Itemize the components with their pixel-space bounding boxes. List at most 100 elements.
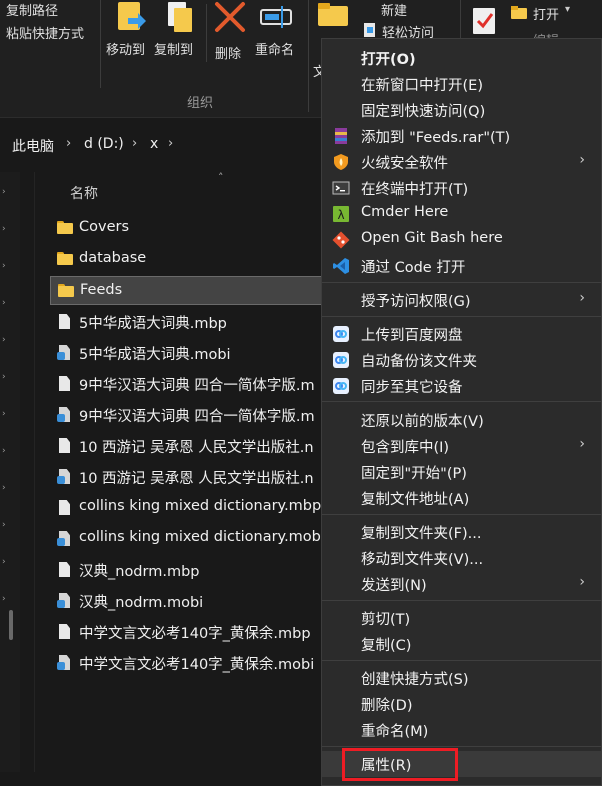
menu-item[interactable]: 删除(D) bbox=[322, 691, 601, 717]
folder-item[interactable]: database bbox=[50, 245, 325, 274]
menu-item-label: 上传到百度网盘 bbox=[361, 328, 463, 344]
menu-item[interactable]: 固定到"开始"(P) bbox=[322, 459, 601, 485]
breadcrumb-separator-icon[interactable]: › bbox=[66, 136, 71, 151]
item-name: 5中华成语大词典.mobi bbox=[79, 347, 231, 363]
menu-item[interactable]: 重命名(M) bbox=[322, 717, 601, 743]
menu-item[interactable]: 授予访问权限(G) › bbox=[322, 287, 601, 313]
rename-icon bbox=[260, 6, 292, 28]
nav-expand-icon[interactable]: › bbox=[2, 225, 10, 234]
breadcrumb-drive-d[interactable]: d (D:) bbox=[84, 136, 124, 152]
breadcrumb-x[interactable]: x bbox=[150, 136, 158, 152]
menu-item[interactable]: 发送到(N) › bbox=[322, 571, 601, 597]
item-name: collins king mixed dictionary.mob bbox=[79, 529, 321, 545]
nav-expand-icon[interactable]: › bbox=[2, 410, 10, 419]
menu-item[interactable]: 移动到文件夹(V)... bbox=[322, 545, 601, 571]
menu-item-label: 移动到文件夹(V)... bbox=[361, 552, 484, 568]
menu-item[interactable]: 同步至其它设备 bbox=[322, 373, 601, 399]
open-dropdown-icon[interactable]: ▾ bbox=[565, 4, 570, 15]
file-item[interactable]: 5中华成语大词典.mbp bbox=[50, 307, 325, 336]
nav-expand-icon[interactable]: › bbox=[2, 521, 10, 530]
menu-item-label: 打开(O) bbox=[361, 52, 416, 68]
menu-item[interactable]: 包含到库中(I) › bbox=[322, 433, 601, 459]
menu-item[interactable]: 打开(O) bbox=[322, 45, 601, 71]
nav-expand-icon[interactable]: › bbox=[2, 595, 10, 604]
paste-shortcut-button[interactable]: 粘贴快捷方式 bbox=[6, 23, 84, 42]
menu-item-label: 复制(C) bbox=[361, 638, 412, 654]
file-item[interactable]: 9中华汉语大词典 四合一简体字版.m bbox=[50, 369, 325, 398]
properties-button[interactable] bbox=[470, 4, 500, 38]
menu-item-label: 包含到库中(I) bbox=[361, 440, 450, 456]
menu-item[interactable]: 剪切(T) bbox=[322, 605, 601, 631]
column-header-name[interactable]: 名称 bbox=[70, 183, 98, 203]
menu-item-label: Cmder Here bbox=[361, 204, 449, 220]
menu-item-label: 同步至其它设备 bbox=[361, 380, 463, 396]
file-item[interactable]: 汉典_nodrm.mobi bbox=[50, 586, 325, 615]
file-icon bbox=[57, 376, 75, 392]
menu-item[interactable]: 复制文件地址(A) bbox=[322, 485, 601, 511]
nav-expand-icon[interactable]: › bbox=[2, 262, 10, 271]
file-item[interactable]: collins king mixed dictionary.mbp bbox=[50, 493, 325, 522]
file-item[interactable]: 中学文言文必考140字_黄保余.mbp bbox=[50, 617, 325, 646]
menu-item[interactable]: 还原以前的版本(V) bbox=[322, 407, 601, 433]
item-name: 汉典_nodrm.mbp bbox=[79, 564, 200, 580]
menu-item-label: 在新窗口中打开(E) bbox=[361, 78, 483, 94]
menu-separator bbox=[322, 282, 601, 283]
mobi-file-icon bbox=[57, 531, 75, 547]
menu-item[interactable]: 自动备份该文件夹 bbox=[322, 347, 601, 373]
folder-item[interactable]: Covers bbox=[50, 214, 325, 243]
nav-expand-icon[interactable]: › bbox=[2, 558, 10, 567]
menu-item[interactable]: 通过 Code 打开 bbox=[322, 253, 601, 279]
file-item[interactable]: 5中华成语大词典.mobi bbox=[50, 338, 325, 367]
move-to-button[interactable]: 移动到 bbox=[106, 0, 154, 70]
file-item[interactable]: collins king mixed dictionary.mob bbox=[50, 524, 325, 553]
open-button[interactable]: 打开 bbox=[533, 4, 559, 23]
menu-separator bbox=[322, 600, 601, 601]
menu-item[interactable]: 上传到百度网盘 bbox=[322, 321, 601, 347]
menu-item[interactable]: 在新窗口中打开(E) bbox=[322, 71, 601, 97]
new-folder-button[interactable] bbox=[317, 0, 351, 28]
new-item-button[interactable]: 新建 bbox=[381, 0, 407, 19]
breadcrumb-separator-icon[interactable]: › bbox=[132, 136, 137, 151]
file-item[interactable]: 中学文言文必考140字_黄保余.mobi bbox=[50, 648, 325, 677]
menu-item[interactable]: 在终端中打开(T) bbox=[322, 175, 601, 201]
item-name: collins king mixed dictionary.mbp bbox=[79, 498, 322, 514]
file-item[interactable]: 10 西游记 吴承恩 人民文学出版社.n bbox=[50, 462, 325, 491]
nav-expand-icon[interactable]: › bbox=[2, 373, 10, 382]
menu-item[interactable]: 复制到文件夹(F)... bbox=[322, 519, 601, 545]
address-bar[interactable]: 此电脑 › d (D:) › x › bbox=[0, 128, 330, 162]
navigation-scrollbar-thumb[interactable] bbox=[9, 610, 13, 640]
menu-item-label: 剪切(T) bbox=[361, 612, 411, 628]
navigation-pane-divider[interactable] bbox=[34, 172, 35, 772]
menu-item[interactable]: 添加到 "Feeds.rar"(T) bbox=[322, 123, 601, 149]
menu-item[interactable]: λ Cmder Here bbox=[322, 201, 601, 227]
submenu-arrow-icon: › bbox=[579, 152, 585, 168]
menu-item-label: 火绒安全软件 bbox=[361, 156, 448, 172]
huorong-shield-icon bbox=[332, 153, 350, 171]
rename-button[interactable]: 重命名 bbox=[255, 0, 305, 70]
item-name: 9中华汉语大词典 四合一简体字版.m bbox=[79, 409, 315, 425]
menu-item[interactable]: Open Git Bash here bbox=[322, 227, 601, 253]
submenu-arrow-icon: › bbox=[579, 574, 585, 590]
file-icon bbox=[57, 562, 75, 578]
nav-expand-icon[interactable]: › bbox=[2, 188, 10, 197]
copy-path-button[interactable]: 复制路径 bbox=[6, 0, 58, 19]
nav-expand-icon[interactable]: › bbox=[2, 336, 10, 345]
delete-button[interactable]: 删除 bbox=[211, 0, 251, 70]
breadcrumb-separator-icon[interactable]: › bbox=[168, 136, 173, 151]
menu-item[interactable]: 复制(C) bbox=[322, 631, 601, 657]
new-folder-icon bbox=[318, 3, 348, 26]
menu-item-label: 添加到 "Feeds.rar"(T) bbox=[361, 130, 511, 146]
nav-expand-icon[interactable]: › bbox=[2, 299, 10, 308]
copy-to-button[interactable]: 复制到 bbox=[154, 0, 202, 70]
menu-item[interactable]: 创建快捷方式(S) bbox=[322, 665, 601, 691]
easy-access-icon bbox=[363, 22, 377, 38]
nav-expand-icon[interactable]: › bbox=[2, 484, 10, 493]
folder-item[interactable]: Feeds bbox=[50, 276, 325, 305]
breadcrumb-this-pc[interactable]: 此电脑 bbox=[12, 136, 54, 156]
file-item[interactable]: 汉典_nodrm.mbp bbox=[50, 555, 325, 584]
file-item[interactable]: 9中华汉语大词典 四合一简体字版.m bbox=[50, 400, 325, 429]
menu-item[interactable]: 火绒安全软件 › bbox=[322, 149, 601, 175]
nav-expand-icon[interactable]: › bbox=[2, 447, 10, 456]
file-item[interactable]: 10 西游记 吴承恩 人民文学出版社.n bbox=[50, 431, 325, 460]
menu-item[interactable]: 固定到快速访问(Q) bbox=[322, 97, 601, 123]
